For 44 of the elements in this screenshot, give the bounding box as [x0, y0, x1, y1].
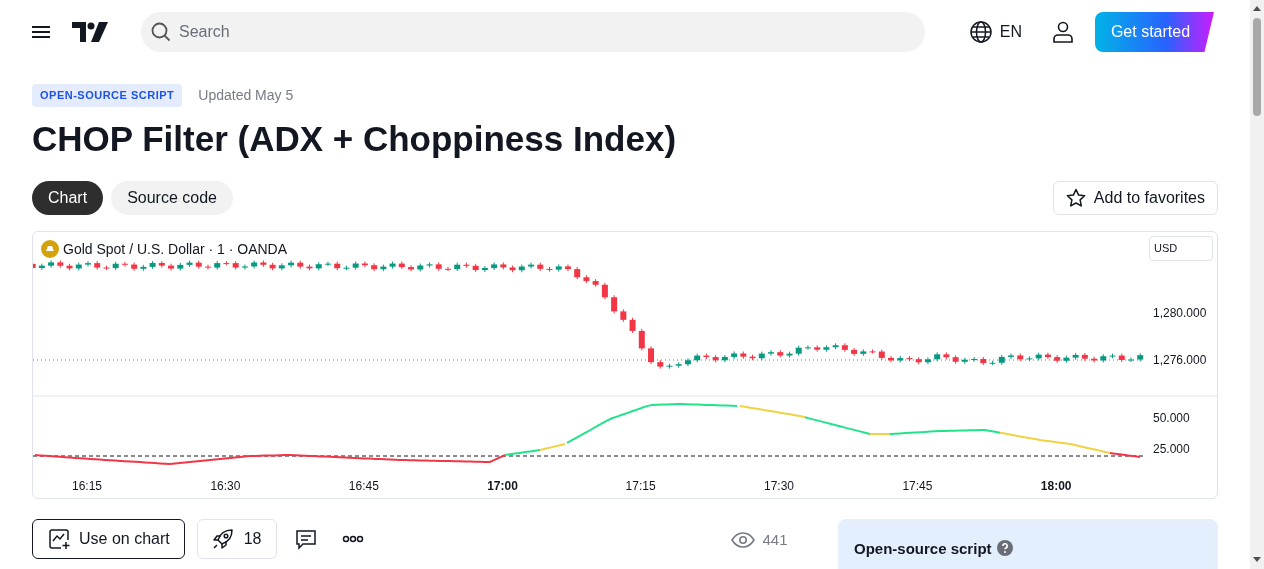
star-icon: [1065, 187, 1086, 208]
tab[interactable]: Chart: [32, 180, 104, 215]
time-axis-label: 17:00: [487, 477, 518, 495]
time-axis-label: 16:15: [72, 477, 103, 495]
chart-add-icon: [47, 526, 71, 551]
scroll-up-icon[interactable]: [1253, 6, 1261, 11]
time-axis-label: 17:30: [764, 477, 795, 495]
language-button[interactable]: EN: [969, 20, 1022, 44]
info-card-title: Open-source script: [854, 538, 992, 559]
time-axis-label: 17:45: [902, 477, 933, 495]
get-started-button[interactable]: Get started: [1095, 12, 1214, 52]
time-axis-label: 18:00: [1040, 477, 1072, 495]
price-axis-label: 1,280.000: [1153, 304, 1207, 322]
boost-button[interactable]: 18: [196, 518, 277, 559]
scroll-down-icon[interactable]: [1253, 557, 1261, 562]
more-icon[interactable]: [341, 534, 364, 543]
view-count: 441: [762, 529, 788, 550]
time-axis-label: 16:45: [348, 477, 379, 495]
logo-icon[interactable]: [72, 22, 108, 42]
price-axis-label: 1,276.000: [1153, 351, 1207, 369]
tab[interactable]: Source code: [111, 180, 233, 215]
script-title: CHOP Filter (ADX + Choppiness Index): [32, 117, 677, 160]
indicator-axis-label: 25.000: [1153, 440, 1190, 458]
use-on-chart-button[interactable]: Use on chart: [32, 518, 185, 559]
rocket-icon: [211, 527, 234, 550]
scrollbar[interactable]: [1250, 0, 1264, 569]
search-field[interactable]: Search: [141, 12, 925, 52]
indicator-axis-label: 50.000: [1153, 409, 1190, 427]
coin-icon: [41, 240, 59, 258]
globe-icon: [969, 21, 992, 43]
add-to-favorites-button[interactable]: Add to favorites: [1052, 180, 1218, 215]
script-badge: OPEN-SOURCE SCRIPT: [32, 84, 183, 107]
eye-icon: [730, 531, 755, 548]
updated-date: Updated May 5: [198, 85, 294, 105]
scrollbar-thumb[interactable]: [1253, 18, 1261, 116]
time-axis-label: 17:15: [625, 477, 656, 495]
time-axis-label: 16:30: [210, 477, 241, 495]
comment-icon[interactable]: [294, 527, 317, 550]
search-icon: [151, 22, 171, 42]
help-icon[interactable]: [996, 539, 1013, 556]
search-input[interactable]: Search: [179, 20, 915, 44]
user-icon[interactable]: [1052, 21, 1074, 43]
currency-label: USD: [1149, 235, 1213, 261]
menu-icon[interactable]: [31, 24, 51, 40]
